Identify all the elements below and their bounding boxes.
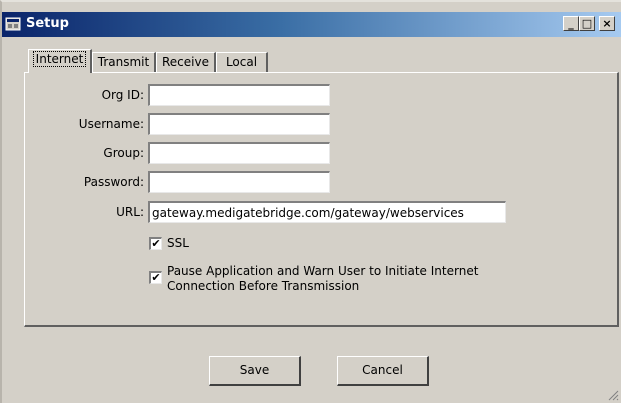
window-title: Setup (26, 16, 69, 31)
org-id-label: Org ID: (101, 88, 144, 102)
password-label: Password: (83, 175, 144, 189)
tab-receive[interactable]: Receive (156, 52, 216, 72)
group-label: Group: (103, 146, 144, 160)
url-label: URL: (116, 205, 144, 219)
tab-receive-label: Receive (162, 55, 209, 69)
password-field[interactable] (148, 171, 330, 193)
maximize-button[interactable]: □ (579, 16, 595, 31)
title-bar[interactable]: Setup _ □ × (2, 12, 621, 37)
url-field[interactable]: gateway.medigatebridge.com/gateway/webse… (148, 201, 506, 223)
username-label: Username: (78, 117, 144, 131)
tab-internet[interactable]: Internet (28, 49, 92, 73)
setup-window: Setup _ □ × Internet Transmit Receive Lo… (0, 0, 621, 403)
ssl-label: SSL (167, 236, 189, 250)
save-button[interactable]: Save (209, 356, 301, 386)
resize-grip-icon[interactable] (607, 389, 619, 401)
setup-window-icon (5, 17, 21, 31)
tab-internet-label: Internet (32, 51, 87, 67)
tab-local[interactable]: Local (216, 52, 268, 72)
close-button[interactable]: × (599, 16, 615, 31)
pause-warn-label-line1: Pause Application and Warn User to Initi… (167, 264, 479, 278)
ssl-checkbox[interactable]: ✔ (149, 237, 162, 250)
org-id-field[interactable] (148, 84, 330, 106)
tab-transmit[interactable]: Transmit (92, 52, 156, 72)
pause-warn-checkbox[interactable]: ✔ (149, 271, 162, 284)
group-field[interactable] (148, 142, 330, 164)
minimize-button[interactable]: _ (563, 16, 579, 31)
pause-warn-label-line2: Connection Before Transmission (167, 279, 360, 293)
username-field[interactable] (148, 113, 330, 135)
tab-local-label: Local (225, 55, 258, 69)
cancel-button[interactable]: Cancel (337, 356, 429, 386)
tab-transmit-label: Transmit (97, 55, 150, 69)
